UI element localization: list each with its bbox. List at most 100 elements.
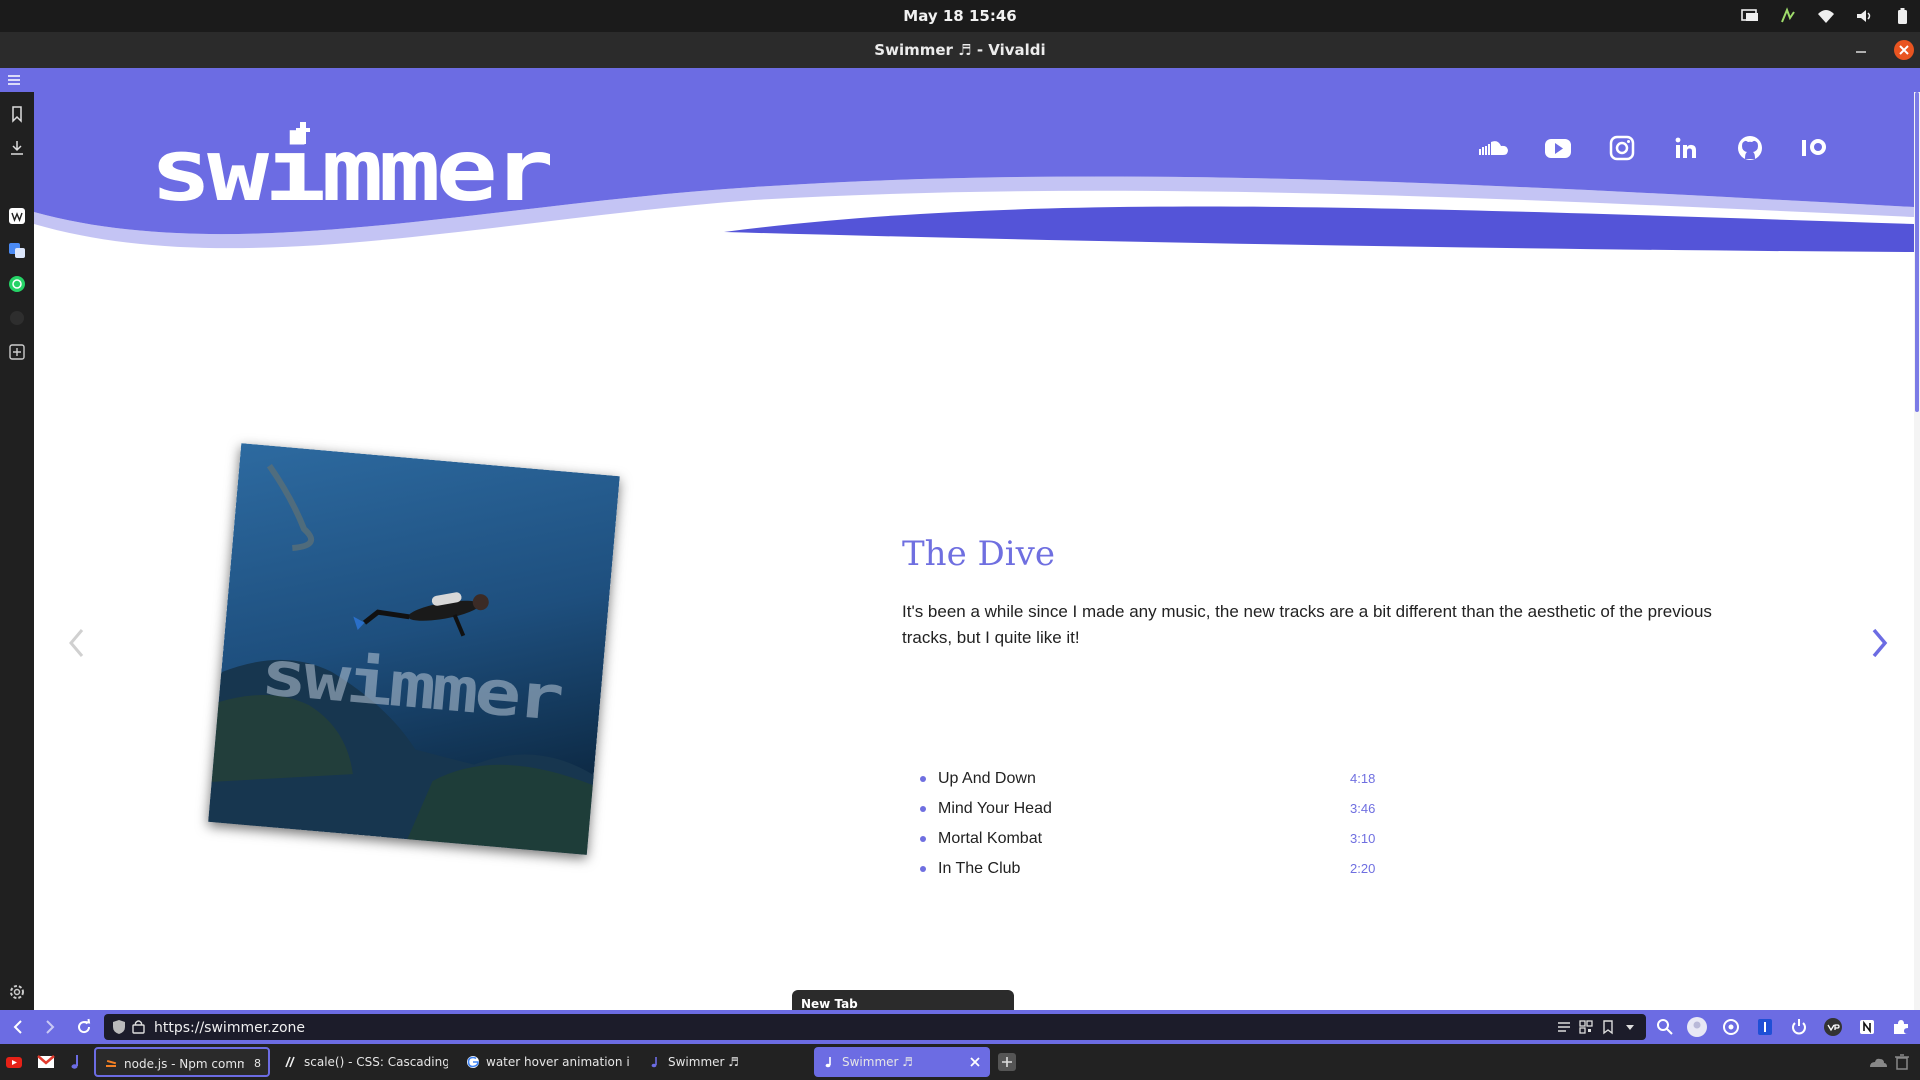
url-input[interactable]: [152, 1014, 752, 1042]
screen-share-icon[interactable]: [1740, 6, 1760, 26]
tab-title: node.js - Npm comman: [124, 1057, 244, 1071]
swimmer-favicon: [648, 1055, 662, 1069]
wifi-icon[interactable]: [1816, 6, 1836, 26]
tab-npm-command[interactable]: node.js - Npm comman 8: [94, 1047, 270, 1077]
add-panel-icon[interactable]: [7, 342, 27, 362]
url-field[interactable]: [104, 1014, 1646, 1042]
bookmark-page-icon[interactable]: [1600, 1019, 1616, 1035]
linkedin-icon[interactable]: [1666, 128, 1706, 168]
stackoverflow-icon: [104, 1055, 118, 1069]
os-top-bar: May 18 15:46: [0, 0, 1920, 32]
trash-icon[interactable]: [1895, 1054, 1909, 1070]
system-tray: [1740, 0, 1912, 32]
whatsapp-panel-icon[interactable]: [7, 274, 27, 294]
track-name: In The Club: [938, 860, 1021, 877]
window-title-bar[interactable]: Swimmer ♬ - Vivaldi: [0, 32, 1920, 68]
window-title: Swimmer ♬ - Vivaldi: [874, 41, 1046, 59]
track-item[interactable]: In The Club 2:20: [920, 854, 1440, 884]
track-bullet: [920, 776, 926, 782]
page-scrollbar[interactable]: [1914, 92, 1920, 1010]
extensions-puzzle-icon[interactable]: [1890, 1016, 1912, 1038]
profile-avatar-icon[interactable]: [1686, 1016, 1708, 1038]
album-title: The Dive: [902, 533, 1055, 574]
tab-bar: node.js - Npm comman 8 scale() - CSS: Ca…: [0, 1044, 1920, 1080]
reload-icon[interactable]: [74, 1017, 94, 1037]
notion-extension-icon[interactable]: [1856, 1016, 1878, 1038]
track-bullet: [920, 806, 926, 812]
music-note-pinned-tab-icon[interactable]: [66, 1052, 86, 1072]
track-name: Mortal Kombat: [938, 830, 1043, 847]
youtube-pinned-tab-icon[interactable]: [4, 1052, 24, 1072]
downloads-panel-icon[interactable]: [7, 138, 27, 158]
track-list: Up And Down 4:18 Mind Your Head 3:46 Mor…: [920, 764, 1440, 884]
tab-title: Swimmer ♬: [668, 1055, 740, 1069]
new-tab-button[interactable]: [998, 1053, 1016, 1071]
close-tab-icon[interactable]: [968, 1055, 982, 1069]
address-bar: [0, 1010, 1920, 1044]
logo-text: swimmer: [150, 122, 550, 212]
track-duration: 4:18: [1350, 771, 1376, 786]
scrollbar-thumb[interactable]: [1915, 92, 1919, 412]
tab-css-scale[interactable]: scale() - CSS: Cascading Sty: [276, 1047, 452, 1077]
tab-title: scale() - CSS: Cascading Sty: [304, 1055, 448, 1069]
track-name: Up And Down: [938, 770, 1036, 787]
reader-view-icon[interactable]: [1556, 1019, 1572, 1035]
minimize-button[interactable]: [1846, 32, 1876, 68]
tab-title: Swimmer ♬: [842, 1055, 914, 1069]
browser-header: [0, 68, 1920, 92]
social-links: [1474, 128, 1914, 168]
volume-icon[interactable]: [1854, 6, 1874, 26]
track-item[interactable]: Up And Down 4:18: [920, 764, 1440, 794]
tabbar-right-controls: [1868, 1053, 1912, 1071]
url-dropdown-chevron-icon[interactable]: [1622, 1019, 1638, 1035]
forward-arrow-icon[interactable]: [40, 1017, 60, 1037]
previous-album-arrow-icon[interactable]: [62, 618, 92, 668]
track-duration: 3:46: [1350, 801, 1376, 816]
activity-icon[interactable]: [1778, 6, 1798, 26]
track-duration: 2:20: [1350, 861, 1376, 876]
gmail-pinned-tab-icon[interactable]: [36, 1052, 56, 1072]
github-icon[interactable]: [1730, 128, 1770, 168]
patreon-icon[interactable]: [1794, 128, 1834, 168]
bitwarden-extension-icon[interactable]: [1754, 1016, 1776, 1038]
qr-code-icon[interactable]: [1578, 1019, 1594, 1035]
track-item[interactable]: Mind Your Head 3:46: [920, 794, 1440, 824]
mdn-icon: [284, 1055, 298, 1069]
track-bullet: [920, 866, 926, 872]
close-window-button[interactable]: [1894, 40, 1914, 60]
swimmer-logo[interactable]: swimmer: [150, 122, 550, 212]
track-item[interactable]: Mortal Kombat 3:10: [920, 824, 1440, 854]
os-clock[interactable]: May 18 15:46: [0, 0, 1920, 32]
translate-panel-icon[interactable]: [7, 240, 27, 260]
tab-water-hover[interactable]: water hover animation icon: [458, 1047, 634, 1077]
back-arrow-icon[interactable]: [8, 1017, 28, 1037]
tab-swimmer[interactable]: Swimmer ♬: [640, 1047, 812, 1077]
power-icon[interactable]: [1788, 1016, 1810, 1038]
privacy-extension-icon[interactable]: [1720, 1016, 1742, 1038]
search-icon[interactable]: [1654, 1016, 1676, 1038]
inactive-panel-icon[interactable]: [7, 308, 27, 328]
vivaldi-menu-icon[interactable]: [6, 72, 22, 88]
site-shield-icon[interactable]: [112, 1019, 126, 1035]
lock-icon[interactable]: [132, 1019, 145, 1034]
tab-badge: 8: [254, 1057, 261, 1070]
youtube-icon[interactable]: [1538, 128, 1578, 168]
next-album-arrow-icon[interactable]: [1864, 618, 1894, 668]
settings-gear-icon[interactable]: [7, 982, 27, 1002]
battery-icon[interactable]: [1892, 6, 1912, 26]
track-duration: 3:10: [1350, 831, 1376, 846]
track-name: Mind Your Head: [938, 800, 1052, 817]
bookmarks-panel-icon[interactable]: [7, 104, 27, 124]
tab-swimmer-active[interactable]: Swimmer ♬: [814, 1047, 990, 1077]
album-description: It's been a while since I made any music…: [902, 602, 1712, 647]
tab-title: water hover animation icon: [486, 1055, 630, 1069]
side-panel: [0, 92, 34, 1010]
swimmer-favicon: [822, 1055, 836, 1069]
wikipedia-panel-icon[interactable]: [7, 206, 27, 226]
album-cover-image[interactable]: swimmer: [208, 443, 620, 855]
google-icon: [466, 1055, 480, 1069]
vpn-extension-icon[interactable]: [1822, 1016, 1844, 1038]
instagram-icon[interactable]: [1602, 128, 1642, 168]
soundcloud-icon[interactable]: [1474, 128, 1514, 168]
cloud-sync-icon[interactable]: [1870, 1058, 1887, 1067]
